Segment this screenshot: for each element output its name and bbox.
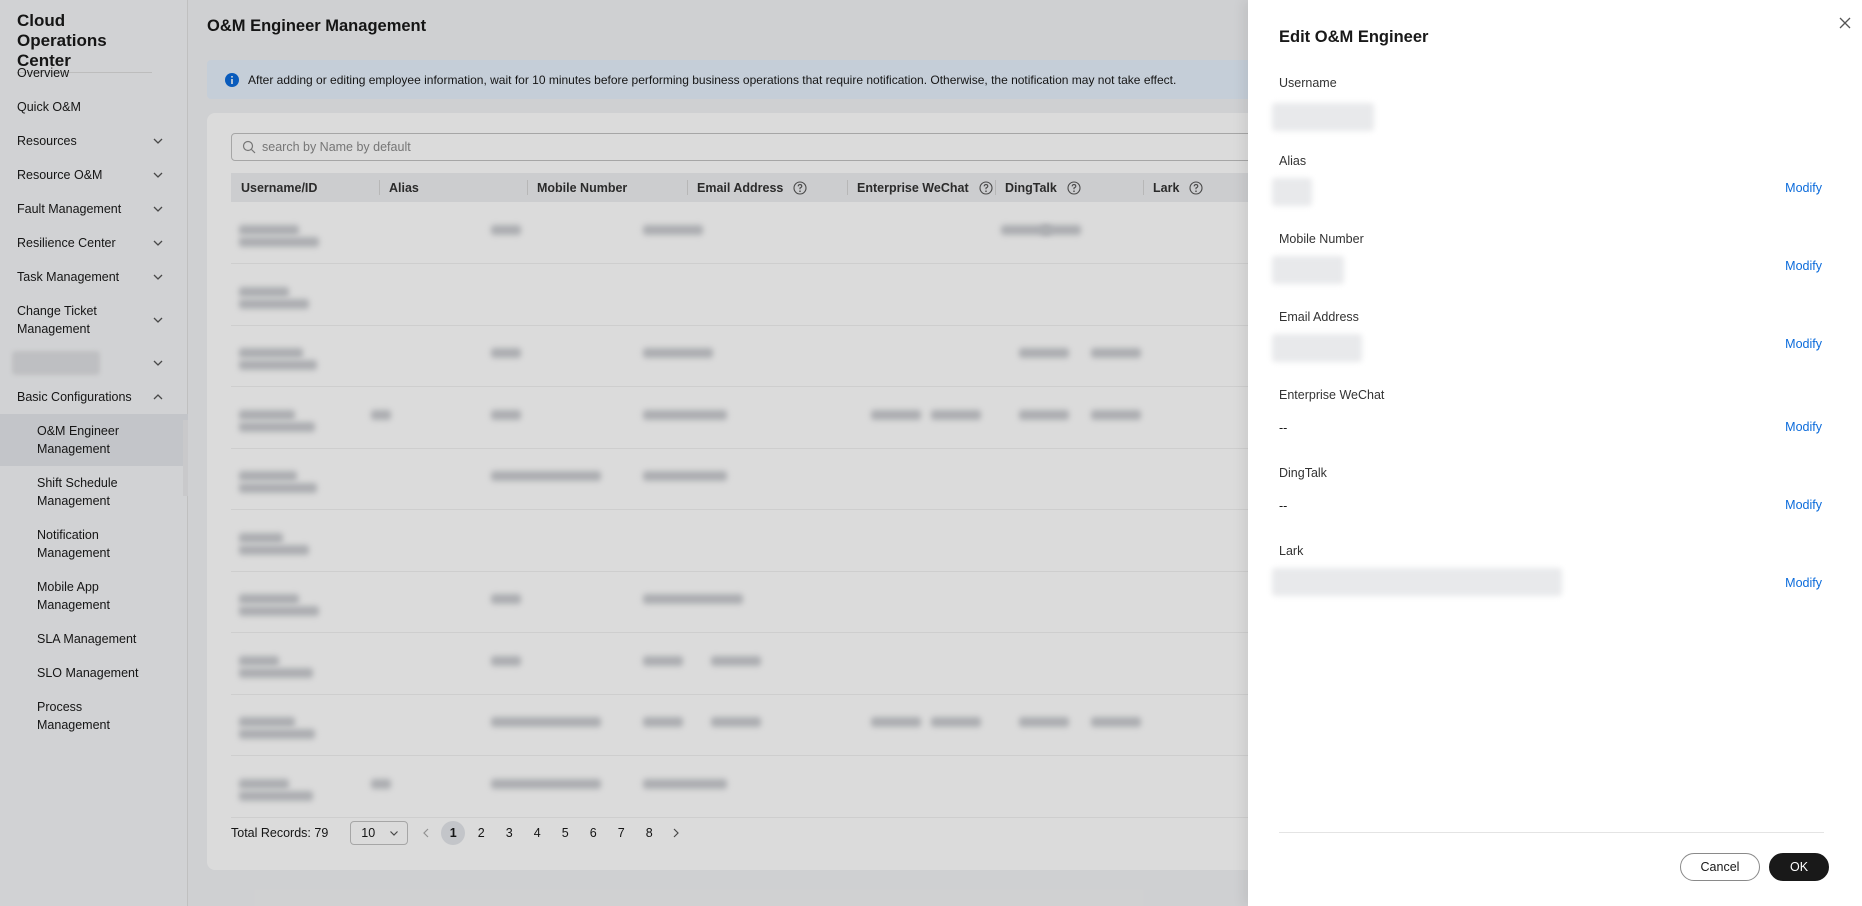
modify-alias-link[interactable]: Modify xyxy=(1785,181,1822,195)
close-icon[interactable] xyxy=(1838,16,1852,30)
field-value-enterprise-wechat: -- xyxy=(1279,421,1288,435)
drawer-title: Edit O&M Engineer xyxy=(1279,28,1429,46)
edit-engineer-drawer: Edit O&M Engineer Username Alias Modify … xyxy=(1248,0,1862,906)
field-value-mobile-number xyxy=(1272,256,1344,284)
field-value-lark xyxy=(1272,568,1562,596)
field-value-username xyxy=(1272,103,1374,131)
modify-email-address-link[interactable]: Modify xyxy=(1785,337,1822,351)
field-label-email-address: Email Address xyxy=(1279,310,1359,324)
modify-lark-link[interactable]: Modify xyxy=(1785,576,1822,590)
field-label-mobile-number: Mobile Number xyxy=(1279,232,1364,246)
ok-button[interactable]: OK xyxy=(1769,853,1829,881)
field-label-username: Username xyxy=(1279,76,1337,90)
drawer-footer-divider xyxy=(1279,832,1824,833)
modify-enterprise-wechat-link[interactable]: Modify xyxy=(1785,420,1822,434)
field-label-alias: Alias xyxy=(1279,154,1307,168)
field-value-alias xyxy=(1272,178,1312,206)
modify-mobile-number-link[interactable]: Modify xyxy=(1785,259,1822,273)
modify-dingtalk-link[interactable]: Modify xyxy=(1785,498,1822,512)
field-label-enterprise-wechat: Enterprise WeChat xyxy=(1279,388,1385,402)
field-label-dingtalk: DingTalk xyxy=(1279,466,1327,480)
cancel-button[interactable]: Cancel xyxy=(1680,853,1760,881)
field-label-lark: Lark xyxy=(1279,544,1304,558)
field-value-email-address xyxy=(1272,334,1362,362)
modal-overlay[interactable] xyxy=(0,0,1248,906)
field-value-dingtalk: -- xyxy=(1279,499,1288,513)
